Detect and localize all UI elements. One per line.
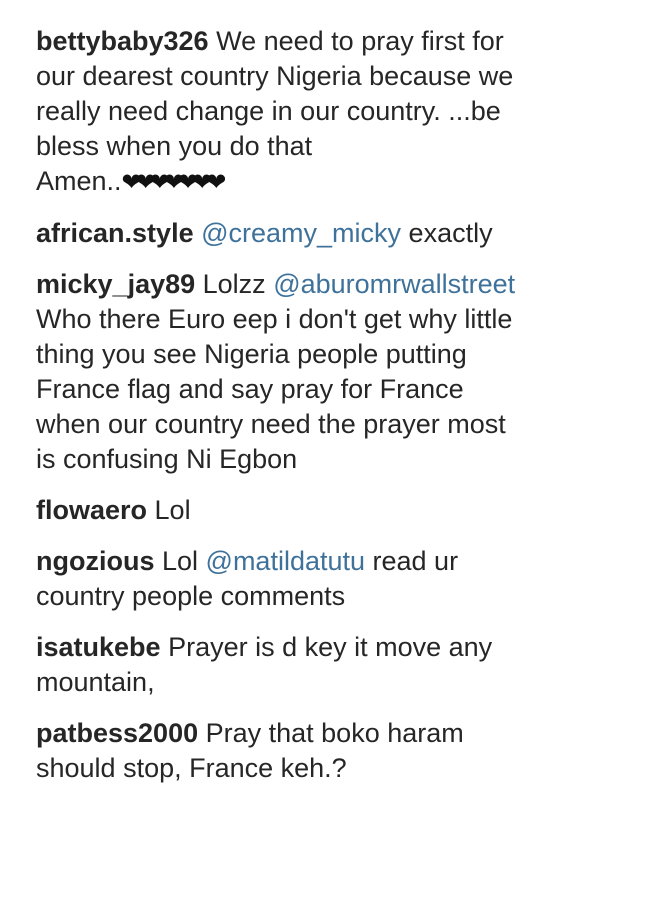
comment-text: bless when you do that: [36, 131, 313, 161]
comment-text: Lolzz: [195, 269, 274, 299]
comment-item: african.style @creamy_micky exactly: [36, 216, 646, 251]
comment-text: is confusing Ni Egbon: [36, 444, 298, 474]
comment-username[interactable]: patbess2000: [36, 718, 198, 748]
comment-username[interactable]: african.style: [36, 218, 194, 248]
comment-text: our dearest country Nigeria because we: [36, 61, 514, 91]
comment-username[interactable]: isatukebe: [36, 632, 161, 662]
comment-username[interactable]: flowaero: [36, 495, 147, 525]
comment-text: Prayer is d key it move any: [160, 632, 493, 662]
comment-text: Pray that boko haram: [198, 718, 464, 748]
heart-emoji-icon: ❤❤❤❤❤❤❤: [121, 169, 227, 196]
comment-item: micky_jay89 Lolzz @aburomrwallstreet Who…: [36, 267, 646, 477]
comment-text: thing you see Nigeria people putting: [36, 339, 467, 369]
comment-list: bettybaby326 We need to pray first for o…: [36, 24, 646, 802]
comment-item: bettybaby326 We need to pray first for o…: [36, 24, 646, 200]
comment-mention[interactable]: @matildatutu: [206, 546, 365, 576]
comment-username[interactable]: ngozious: [36, 546, 154, 576]
comment-text: should stop, France keh.?: [36, 753, 347, 783]
comment-text: when our country need the prayer most: [36, 409, 506, 439]
comment-item: flowaero Lol: [36, 493, 646, 528]
comment-text: mountain,: [36, 667, 155, 697]
comment-item: patbess2000 Pray that boko haram should …: [36, 716, 646, 786]
comment-text: read ur: [365, 546, 459, 576]
comment-item: ngozious Lol @matildatutu read ur countr…: [36, 544, 646, 614]
comment-text: really need change in our country. ...be: [36, 96, 501, 126]
comment-text: country people comments: [36, 581, 346, 611]
comment-text-line: Amen..❤❤❤❤❤❤❤: [36, 164, 646, 200]
comment-item: isatukebe Prayer is d key it move any mo…: [36, 630, 646, 700]
comment-username[interactable]: bettybaby326: [36, 26, 209, 56]
comment-text: We need to pray first for: [216, 26, 504, 56]
comment-text: Amen..: [36, 166, 122, 196]
comment-text: France flag and say pray for France: [36, 374, 464, 404]
comment-mention[interactable]: @aburomrwallstreet: [273, 269, 515, 299]
comment-text: Lol: [147, 495, 191, 525]
comment-text: exactly: [401, 218, 493, 248]
comment-mention[interactable]: @creamy_micky: [201, 218, 401, 248]
comment-username[interactable]: micky_jay89: [36, 269, 195, 299]
comment-text: Lol: [154, 546, 206, 576]
comment-text: Who there Euro eep i don't get why littl…: [36, 304, 513, 334]
